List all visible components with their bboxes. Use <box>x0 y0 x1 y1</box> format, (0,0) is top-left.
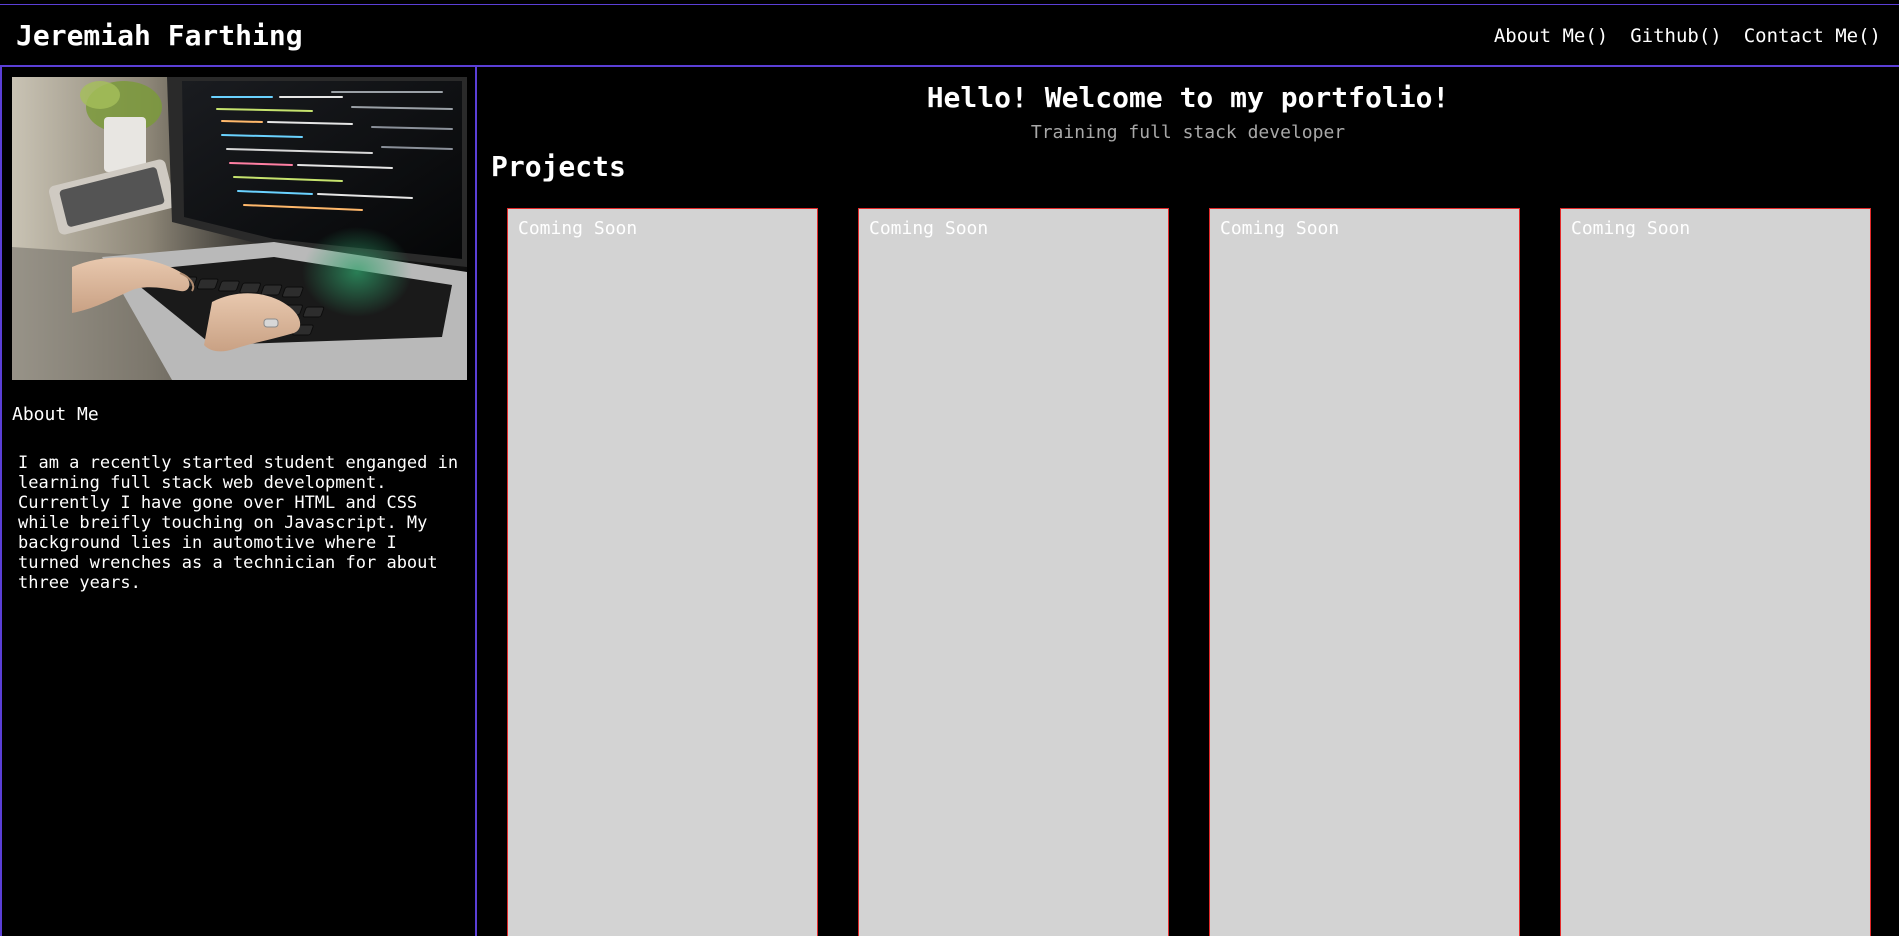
project-card-label: Coming Soon <box>869 218 989 239</box>
project-card-3[interactable]: Coming Soon <box>1209 208 1520 936</box>
welcome-title: Hello! Welcome to my portfolio! <box>926 81 1450 114</box>
project-card-4[interactable]: Coming Soon <box>1560 208 1871 936</box>
portfolio-page: Jeremiah Farthing About Me() Github() Co… <box>0 0 1899 936</box>
main-content: Hello! Welcome to my portfolio! Training… <box>477 67 1899 936</box>
nav-link-contact-me[interactable]: Contact Me() <box>1744 24 1881 48</box>
project-card-label: Coming Soon <box>1571 218 1691 239</box>
about-me-heading: About Me <box>12 404 99 425</box>
nav-link-about-me[interactable]: About Me() <box>1494 24 1608 48</box>
welcome-subtitle: Training full stack developer <box>1030 122 1346 143</box>
site-title: Jeremiah Farthing <box>16 19 303 52</box>
nav-link-github[interactable]: Github() <box>1630 24 1722 48</box>
project-card-label: Coming Soon <box>1220 218 1340 239</box>
project-card-label: Coming Soon <box>518 218 638 239</box>
site-header: Jeremiah Farthing About Me() Github() Co… <box>0 4 1899 67</box>
projects-heading: Projects <box>491 150 626 183</box>
project-card-1[interactable]: Coming Soon <box>507 208 818 936</box>
main-nav: About Me() Github() Contact Me() <box>1494 24 1881 48</box>
sidebar: About Me I am a recently started student… <box>0 67 477 936</box>
about-me-text: I am a recently started student enganged… <box>18 453 459 593</box>
project-card-2[interactable]: Coming Soon <box>858 208 1169 936</box>
laptop-coding-photo <box>12 77 467 380</box>
